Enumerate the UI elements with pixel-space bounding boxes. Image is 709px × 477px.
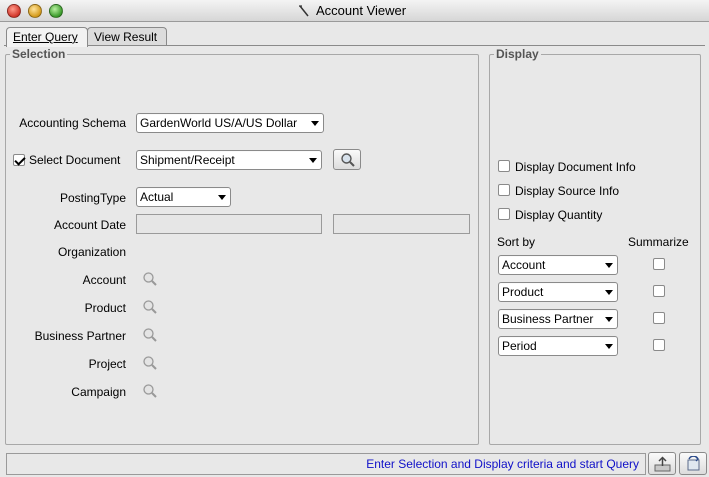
tab-enter-query[interactable]: Enter Query: [6, 27, 88, 47]
selection-panel-title: Selection: [10, 47, 68, 61]
posting-type-label: PostingType: [59, 191, 126, 205]
magnifier-icon: [341, 153, 355, 167]
display-document-info-label: Display Document Info: [515, 160, 636, 174]
account-label: Account: [82, 273, 126, 287]
sort-by-label: Sort by: [497, 235, 536, 249]
export-icon: [654, 456, 671, 472]
posting-type-select[interactable]: Actual: [136, 187, 231, 207]
posting-type-value: Actual: [140, 190, 174, 204]
summarize-4-checkbox[interactable]: [653, 339, 665, 351]
account-date-label: Account Date: [53, 218, 126, 232]
sort-field-2-select[interactable]: Product: [498, 282, 618, 302]
campaign-search-icon[interactable]: [142, 383, 158, 399]
minimize-window-button[interactable]: [28, 4, 42, 18]
sort-field-4-value: Period: [502, 339, 537, 353]
document-type-value: Shipment/Receipt: [140, 153, 235, 167]
business-partner-search-icon[interactable]: [142, 327, 158, 343]
campaign-label: Campaign: [71, 385, 126, 399]
summarize-1-checkbox[interactable]: [653, 258, 665, 270]
sort-field-3-value: Business Partner: [502, 312, 594, 326]
display-quantity-label: Display Quantity: [515, 208, 603, 222]
tab-label: View Result: [94, 30, 158, 44]
export-button[interactable]: [648, 452, 676, 475]
chevron-down-icon: [309, 158, 317, 163]
business-partner-label: Business Partner: [34, 329, 126, 343]
summarize-3-checkbox[interactable]: [653, 312, 665, 324]
project-search-icon[interactable]: [142, 355, 158, 371]
product-search-icon[interactable]: [142, 299, 158, 315]
document-type-select[interactable]: Shipment/Receipt: [136, 150, 322, 170]
refresh-icon: [687, 456, 700, 471]
chevron-down-icon: [605, 344, 613, 349]
account-search-icon[interactable]: [142, 271, 158, 287]
account-date-to-input[interactable]: [333, 214, 470, 234]
display-quantity-checkbox[interactable]: [498, 208, 510, 220]
sort-field-3-select[interactable]: Business Partner: [498, 309, 618, 329]
summarize-2-checkbox[interactable]: [653, 285, 665, 297]
chevron-down-icon: [605, 317, 613, 322]
app-icon: [299, 5, 309, 17]
chevron-down-icon: [311, 121, 319, 126]
chevron-down-icon: [218, 195, 226, 200]
zoom-window-button[interactable]: [49, 4, 63, 18]
display-panel-title: Display: [494, 47, 541, 61]
document-search-button[interactable]: [333, 149, 361, 170]
status-bar: Enter Selection and Display criteria and…: [6, 453, 646, 475]
sort-field-4-select[interactable]: Period: [498, 336, 618, 356]
refresh-button[interactable]: [679, 452, 707, 475]
window-title: Account Viewer: [316, 3, 407, 18]
chevron-down-icon: [605, 263, 613, 268]
tab-divider: [4, 45, 705, 46]
tab-view-result[interactable]: View Result: [87, 27, 167, 46]
tab-label: Enter Query: [13, 30, 78, 44]
accounting-schema-select[interactable]: GardenWorld US/A/US Dollar: [136, 113, 324, 133]
chevron-down-icon: [605, 290, 613, 295]
status-message: Enter Selection and Display criteria and…: [366, 457, 639, 471]
summarize-label: Summarize: [628, 235, 689, 249]
organization-label: Organization: [57, 245, 126, 259]
sort-field-2-value: Product: [502, 285, 544, 299]
sort-field-1-value: Account: [502, 258, 546, 272]
close-window-button[interactable]: [7, 4, 21, 18]
title-bar: Account Viewer: [0, 0, 709, 22]
sort-field-1-select[interactable]: Account: [498, 255, 618, 275]
display-source-info-label: Display Source Info: [515, 184, 620, 198]
project-label: Project: [88, 357, 126, 371]
select-document-checkbox[interactable]: [13, 154, 25, 166]
display-source-info-checkbox[interactable]: [498, 184, 510, 196]
display-panel: Display: [489, 47, 701, 445]
account-date-from-input[interactable]: [136, 214, 322, 234]
accounting-schema-value: GardenWorld US/A/US Dollar: [140, 116, 298, 130]
display-document-info-checkbox[interactable]: [498, 160, 510, 172]
select-document-label: Select Document: [29, 153, 121, 167]
accounting-schema-label: Accounting Schema: [19, 116, 126, 130]
product-label: Product: [84, 301, 126, 315]
